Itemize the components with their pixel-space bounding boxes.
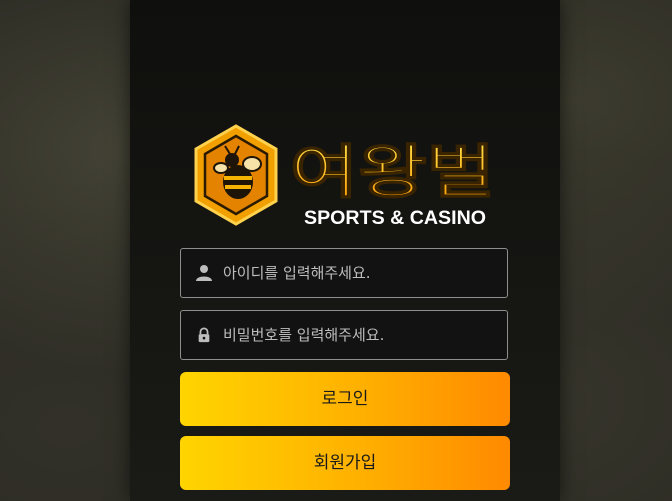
password-field[interactable] [180,310,508,360]
brand-tagline: SPORTS & CASINO [304,208,486,229]
user-icon [196,265,212,281]
signup-button[interactable]: 회원가입 [180,436,510,490]
id-field[interactable] [180,248,508,298]
bee-hexagon-icon [194,124,278,226]
password-input[interactable] [223,311,493,359]
brand-logo: 여왕벌 SPORTS & CASINO [194,124,496,229]
lock-icon [198,327,210,343]
brand-name: 여왕벌 [290,138,495,206]
id-input[interactable] [223,249,493,297]
login-button[interactable]: 로그인 [180,372,510,426]
